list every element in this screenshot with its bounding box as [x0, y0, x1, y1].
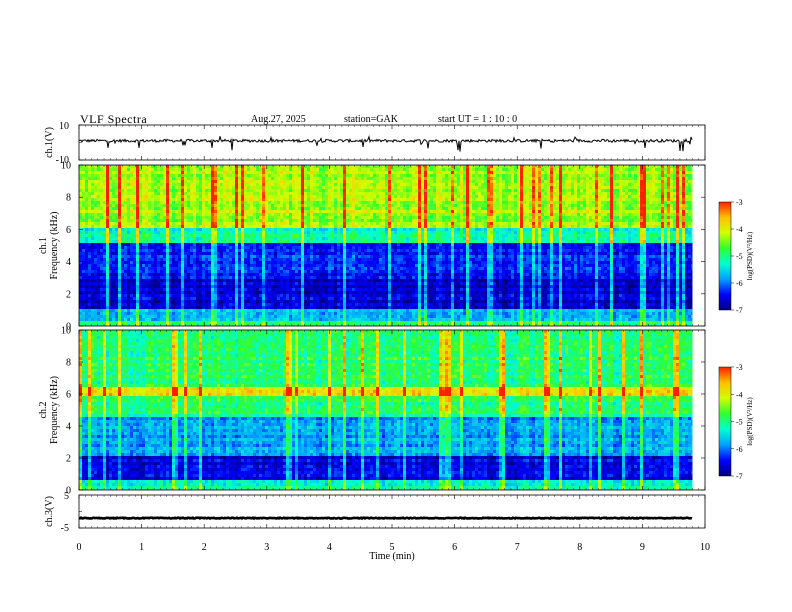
x-tick-label: 0: [77, 542, 82, 553]
y-tick-label: 2: [66, 289, 71, 300]
y-tick-label: 8: [66, 358, 71, 369]
y-tick-label: 6: [66, 225, 71, 236]
colorbar-tick-label: -5: [736, 252, 743, 261]
x-tick-label: 1: [139, 542, 144, 553]
x-tick-label: 7: [515, 542, 520, 553]
colorbar-tick-label: -3: [736, 363, 743, 372]
y-axis-label: ch.1(V): [44, 127, 55, 158]
waveform-frame: [79, 495, 705, 528]
waveform-trace: [79, 518, 692, 519]
y-tick-label: 8: [66, 193, 71, 204]
colorbar-label: log(PSD)(V²/Hz): [746, 231, 754, 280]
y-tick-label: -5: [61, 523, 69, 534]
colorbar-tick-label: -5: [736, 418, 743, 427]
spectrogram-image: [79, 330, 692, 490]
y-axis-label: ch.3(V): [44, 496, 55, 527]
y-axis-label: Frequency (kHz): [49, 376, 60, 444]
vlf-figure: 10-10ch.1(V)0246810ch.1 Frequency (kHz)-7…: [0, 0, 792, 612]
colorbar: [719, 202, 731, 310]
y-axis-label: ch.2: [38, 402, 49, 419]
colorbar-tick-label: -3: [736, 198, 743, 207]
x-tick-label: 2: [202, 542, 207, 553]
colorbar-tick-label: -4: [736, 225, 743, 234]
y-tick-label: 10: [59, 121, 69, 132]
waveform-frame: [79, 125, 705, 160]
plot-area: 10-10ch.1(V)0246810ch.1 Frequency (kHz)-7…: [38, 121, 754, 562]
x-tick-label: 9: [640, 542, 645, 553]
colorbar-tick-label: -6: [736, 445, 743, 454]
y-tick-label: 6: [66, 390, 71, 401]
y-tick-label: 4: [66, 422, 71, 433]
colorbar-tick-label: -6: [736, 279, 743, 288]
y-tick-label: 4: [66, 257, 71, 268]
y-axis-label: Frequency (kHz): [49, 211, 60, 279]
y-tick-label: 2: [66, 454, 71, 465]
colorbar-tick-label: -7: [736, 306, 743, 315]
y-tick-label: 10: [61, 326, 71, 337]
y-tick-label: 10: [61, 161, 71, 172]
x-tick-label: 10: [700, 542, 710, 553]
colorbar-label: log(PSD)(V²/Hz): [746, 397, 754, 446]
colorbar: [719, 367, 731, 476]
colorbar-tick-label: -4: [736, 390, 743, 399]
x-tick-label: 8: [577, 542, 582, 553]
x-tick-label: 6: [452, 542, 457, 553]
colorbar-tick-label: -7: [736, 472, 743, 481]
y-tick-label: 5: [64, 491, 69, 502]
y-axis-label: ch.1: [38, 237, 49, 254]
spectrogram-image: [79, 165, 692, 326]
x-axis-label: Time (min): [369, 551, 414, 562]
waveform-trace: [79, 136, 692, 151]
x-tick-label: 4: [327, 542, 332, 553]
x-tick-label: 3: [264, 542, 269, 553]
